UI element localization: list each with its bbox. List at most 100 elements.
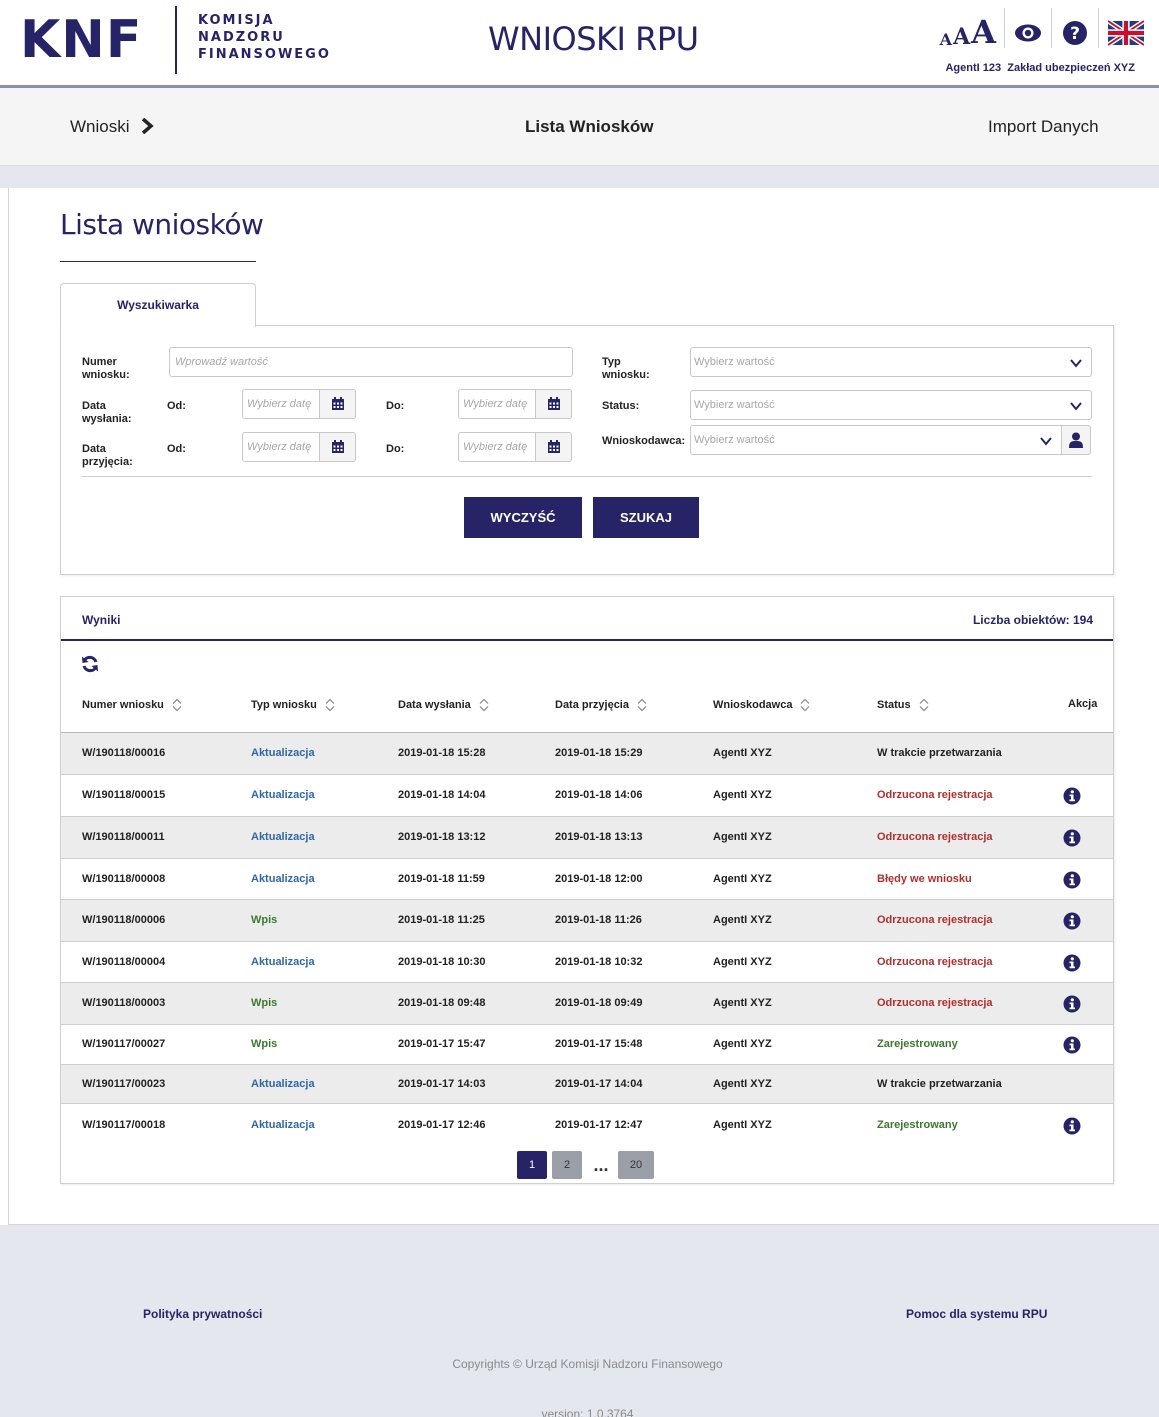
column-header-label: Data przyjęcia — [555, 699, 629, 711]
cell-numer-wniosku: W/190118/00006 — [82, 914, 166, 926]
results-panel: Wyniki Liczba obiektów: 194 Numer wniosk… — [60, 596, 1114, 1184]
sort-icon[interactable] — [637, 698, 647, 712]
help-icon[interactable]: ? — [1060, 18, 1090, 48]
column-header-label: Wnioskodawca — [713, 699, 793, 711]
cell-typ-wniosku[interactable]: Wpis — [251, 914, 277, 926]
cell-typ-wniosku[interactable]: Wpis — [251, 1038, 277, 1050]
table-row[interactable]: W/190118/00015 Aktualizacja 2019-01-18 14:… — [61, 774, 1113, 816]
col-data-wyslania-header[interactable]: Data wysłania — [398, 698, 489, 712]
privacy-policy-link[interactable]: Polityka prywatności — [143, 1307, 262, 1321]
sort-icon[interactable] — [800, 698, 810, 712]
info-icon[interactable] — [1063, 1117, 1081, 1135]
nav-import-danych[interactable]: Import Danych — [988, 117, 1099, 137]
cell-typ-wniosku[interactable]: Wpis — [251, 997, 277, 1009]
data-przyjecia-do-input[interactable]: Wybierz datę — [458, 432, 536, 462]
table-row[interactable]: W/190118/00004 Aktualizacja 2019-01-18 10:… — [61, 941, 1113, 982]
data-wyslania-do-input[interactable]: Wybierz datę — [458, 389, 536, 419]
col-data-przyjecia-header[interactable]: Data przyjęcia — [555, 698, 647, 712]
col-typ-wniosku-header[interactable]: Typ wniosku — [251, 698, 335, 712]
cell-typ-wniosku[interactable]: Aktualizacja — [251, 831, 315, 843]
calendar-icon[interactable] — [535, 389, 572, 419]
person-icon[interactable] — [1061, 425, 1091, 455]
numer-wniosku-input[interactable]: Wprowadź wartość — [169, 347, 573, 377]
user-info[interactable]: AgentI 123 Zakład ubezpieczeń XYZ — [945, 62, 1135, 74]
column-header-label: Data wysłania — [398, 699, 471, 711]
col-wnioskodawca-header[interactable]: Wnioskodawca — [713, 698, 810, 712]
sort-icon[interactable] — [479, 698, 489, 712]
eye-icon[interactable] — [1013, 18, 1043, 48]
data-wyslania-do-picker: Wybierz datę — [458, 389, 572, 419]
font-size-small-button[interactable]: A — [940, 32, 952, 48]
col-numer-wniosku-header[interactable]: Numer wniosku — [82, 698, 182, 712]
logo-knf[interactable]: KNF — [20, 8, 142, 72]
cell-data-wyslania: 2019-01-18 10:30 — [398, 956, 486, 968]
info-icon[interactable] — [1063, 787, 1081, 805]
data-wyslania-label: Data wysłania: — [82, 400, 132, 425]
calendar-icon[interactable] — [319, 389, 356, 419]
tab-wyszukiwarka[interactable]: Wyszukiwarka — [60, 283, 256, 327]
col-status-header[interactable]: Status — [877, 698, 929, 712]
data-przyjecia-od-input[interactable]: Wybierz datę — [242, 432, 320, 462]
cell-typ-wniosku[interactable]: Aktualizacja — [251, 789, 315, 801]
cell-data-wyslania: 2019-01-17 14:03 — [398, 1078, 486, 1090]
data-przyjecia-od-label: Od: — [167, 443, 186, 455]
info-icon[interactable] — [1063, 995, 1081, 1013]
page-2-button[interactable]: 2 — [552, 1151, 582, 1179]
cell-numer-wniosku: W/190118/00015 — [82, 789, 166, 801]
info-icon[interactable] — [1063, 829, 1081, 847]
page-20-button[interactable]: 20 — [618, 1151, 654, 1179]
info-icon[interactable] — [1063, 912, 1081, 930]
cell-data-wyslania: 2019-01-18 14:04 — [398, 789, 486, 801]
nav-lista-wnioskow[interactable]: Lista Wniosków — [525, 117, 653, 137]
table-row[interactable]: W/190118/00003 Wpis 2019-01-18 09:48 2019-0… — [61, 982, 1113, 1024]
sort-icon[interactable] — [172, 698, 182, 712]
search-button[interactable]: SZUKAJ — [593, 497, 699, 538]
cell-typ-wniosku[interactable]: Aktualizacja — [251, 1078, 315, 1090]
numer-wniosku-label: Numer wniosku: — [82, 356, 130, 381]
nav-breadcrumb-label: Wnioski — [70, 117, 130, 136]
rpu-help-link[interactable]: Pomoc dla systemu RPU — [906, 1307, 1047, 1321]
data-wyslania-od-input[interactable]: Wybierz datę — [242, 389, 320, 419]
cell-typ-wniosku[interactable]: Aktualizacja — [251, 873, 315, 885]
logo-line-2: NADZORU — [198, 30, 285, 45]
table-row[interactable]: W/190118/00016 Aktualizacja 2019-01-18 15:… — [61, 732, 1113, 774]
table-row[interactable]: W/190118/00011 Aktualizacja 2019-01-18 13:… — [61, 816, 1113, 858]
cell-wnioskodawca: AgentI XYZ — [713, 997, 772, 1009]
table-row[interactable]: W/190118/00008 Aktualizacja 2019-01-18 11:… — [61, 858, 1113, 899]
page-1-button[interactable]: 1 — [517, 1151, 547, 1179]
font-size-medium-button[interactable]: A — [953, 26, 970, 48]
uk-flag-icon[interactable] — [1107, 18, 1145, 48]
info-icon[interactable] — [1063, 1036, 1081, 1054]
sort-icon[interactable] — [325, 698, 335, 712]
cell-typ-wniosku[interactable]: Aktualizacja — [251, 1119, 315, 1131]
cell-typ-wniosku[interactable]: Aktualizacja — [251, 747, 315, 759]
info-icon[interactable] — [1063, 954, 1081, 972]
header-tools: A A A ? — [940, 8, 1145, 48]
wnioskodawca-select[interactable]: Wybierz wartość — [690, 425, 1062, 455]
calendar-icon[interactable] — [535, 432, 572, 462]
status-label: Status: — [602, 400, 640, 412]
cell-data-przyjecia: 2019-01-18 10:32 — [555, 956, 643, 968]
info-icon[interactable] — [1063, 871, 1081, 889]
status-select[interactable]: Wybierz wartość — [690, 390, 1092, 420]
wnioskodawca-placeholder: Wybierz wartość — [694, 434, 775, 446]
cell-status: W trakcie przetwarzania — [877, 1078, 1002, 1090]
cell-typ-wniosku[interactable]: Aktualizacja — [251, 956, 315, 968]
table-row[interactable]: W/190117/00027 Wpis 2019-01-17 15:47 2019-0… — [61, 1024, 1113, 1064]
data-wyslania-od-label: Od: — [167, 400, 186, 412]
version-text: version: 1.0.3764 — [541, 1407, 634, 1417]
nav-breadcrumb-wnioski[interactable]: Wnioski — [70, 117, 154, 137]
clear-button[interactable]: WYCZYŚĆ — [464, 497, 582, 538]
table-row[interactable]: W/190117/00023 Aktualizacja 2019-01-17 14:… — [61, 1064, 1113, 1103]
typ-wniosku-select[interactable]: Wybierz wartość — [690, 347, 1092, 377]
calendar-icon[interactable] — [319, 432, 356, 462]
table-row[interactable]: W/190117/00018 Aktualizacja 2019-01-17 12:… — [61, 1103, 1113, 1147]
sort-icon[interactable] — [919, 698, 929, 712]
app-title: WNIOSKI RPU — [488, 20, 699, 58]
refresh-icon[interactable] — [81, 655, 99, 673]
cell-status: Błędy we wniosku — [877, 873, 972, 885]
pagination-ellipsis: ... — [593, 1154, 609, 1175]
font-size-large-button[interactable]: A — [971, 16, 996, 48]
table-row[interactable]: W/190118/00006 Wpis 2019-01-18 11:25 2019-0… — [61, 899, 1113, 941]
cell-numer-wniosku: W/190117/00018 — [82, 1119, 166, 1131]
